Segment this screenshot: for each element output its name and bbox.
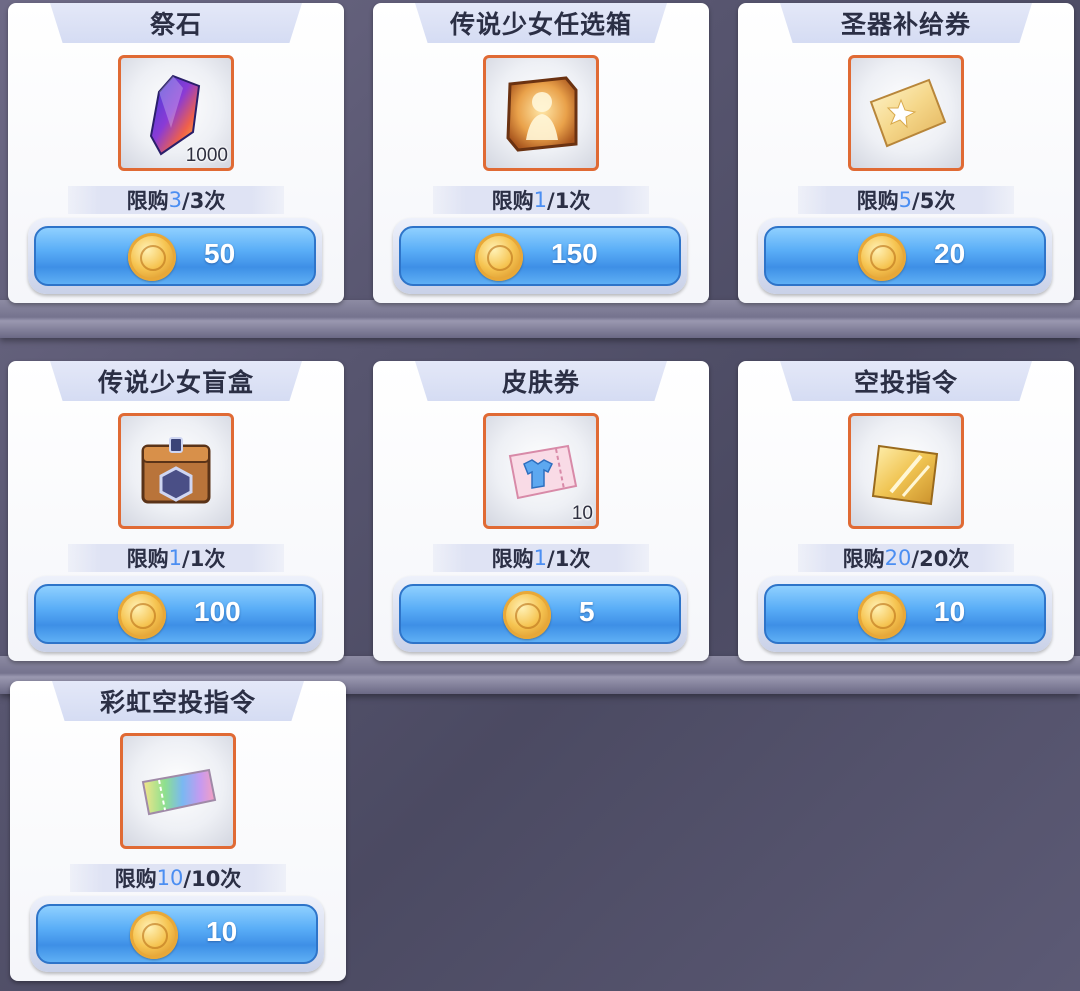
limit-prefix: 限购 xyxy=(842,547,885,571)
limit-prefix: 限购 xyxy=(491,189,534,213)
buy-button[interactable]: 150 xyxy=(393,218,687,294)
item-title-tab: 彩虹空投指令 xyxy=(52,681,304,721)
purchase-limit: 限购 10/10次 xyxy=(70,864,286,892)
purchase-limit: 限购 3/3次 xyxy=(68,186,284,214)
purchase-limit: 限购 5/5次 xyxy=(798,186,1014,214)
buy-button[interactable]: 50 xyxy=(28,218,322,294)
item-name: 传说少女盲盒 xyxy=(97,368,254,397)
shelf-1 xyxy=(0,300,1080,338)
buy-button[interactable]: 100 xyxy=(28,576,322,652)
item-title-tab: 传说少女盲盒 xyxy=(50,361,302,401)
limit-current: 3 xyxy=(168,188,183,212)
gold-coin-icon xyxy=(858,591,906,639)
price-label: 150 xyxy=(551,238,598,269)
item-name: 传说少女任选箱 xyxy=(449,10,632,39)
price-label: 50 xyxy=(204,238,236,269)
gold-coin-icon xyxy=(475,233,523,281)
item-title-tab: 祭石 xyxy=(50,3,302,43)
item-quantity: 1000 xyxy=(185,145,228,166)
gold-coin-icon xyxy=(858,233,906,281)
price-label: 10 xyxy=(206,916,238,947)
limit-current: 1 xyxy=(168,546,183,570)
item-quantity: 10 xyxy=(571,503,593,524)
gold-coin-icon xyxy=(118,591,166,639)
item-title-tab: 皮肤券 xyxy=(415,361,667,401)
golden-silhouette-box-icon xyxy=(483,55,599,171)
buy-button-face[interactable]: 50 xyxy=(34,226,316,286)
buy-button-face[interactable]: 100 xyxy=(34,584,316,644)
purchase-limit: 限购 1/1次 xyxy=(433,544,649,572)
shop-item-card[interactable]: 祭石 1000 限购 3/3次 50 xyxy=(8,3,344,303)
mystery-chest-icon xyxy=(118,413,234,529)
price-label: 20 xyxy=(934,238,966,269)
limit-suffix: /1次 xyxy=(547,189,591,213)
price-label: 5 xyxy=(579,596,595,627)
limit-current: 1 xyxy=(533,546,548,570)
shop-item-card[interactable]: 传说少女盲盒 限购 1/1次 100 xyxy=(8,361,344,661)
item-name: 祭石 xyxy=(149,10,202,39)
buy-button-face[interactable]: 150 xyxy=(399,226,681,286)
gold-coin-icon xyxy=(503,591,551,639)
limit-suffix: /1次 xyxy=(182,547,226,571)
item-name: 彩虹空投指令 xyxy=(99,688,256,717)
limit-prefix: 限购 xyxy=(856,189,899,213)
item-name: 皮肤券 xyxy=(501,368,580,397)
limit-suffix: /1次 xyxy=(547,547,591,571)
skin-ticket-icon: 10 xyxy=(483,413,599,529)
gold-coin-icon xyxy=(128,233,176,281)
shop-item-card[interactable]: 传说少女任选箱 限购 1/1次 150 xyxy=(373,3,709,303)
buy-button[interactable]: 10 xyxy=(30,896,324,972)
limit-suffix: /5次 xyxy=(912,189,956,213)
prism-crystal-icon: 1000 xyxy=(118,55,234,171)
price-label: 10 xyxy=(934,596,966,627)
buy-button-face[interactable]: 10 xyxy=(764,584,1046,644)
shop-item-card[interactable]: 彩虹空投指令 限购 10/10次 10 xyxy=(10,681,346,981)
item-title-tab: 传说少女任选箱 xyxy=(415,3,667,43)
shop-item-card[interactable]: 圣器补给券 限购 5/5次 20 xyxy=(738,3,1074,303)
purchase-limit: 限购 1/1次 xyxy=(433,186,649,214)
shop-item-card[interactable]: 空投指令 限购 20/20次 10 xyxy=(738,361,1074,661)
item-name: 圣器补给券 xyxy=(840,10,971,39)
limit-prefix: 限购 xyxy=(114,867,157,891)
buy-button[interactable]: 10 xyxy=(758,576,1052,652)
buy-button-face[interactable]: 5 xyxy=(399,584,681,644)
limit-suffix: /3次 xyxy=(182,189,226,213)
limit-prefix: 限购 xyxy=(491,547,534,571)
buy-button[interactable]: 20 xyxy=(758,218,1052,294)
limit-prefix: 限购 xyxy=(126,547,169,571)
item-title-tab: 空投指令 xyxy=(780,361,1032,401)
item-name: 空投指令 xyxy=(853,368,958,397)
buy-button[interactable]: 5 xyxy=(393,576,687,652)
gold-coin-icon xyxy=(130,911,178,959)
limit-current: 5 xyxy=(898,188,913,212)
price-label: 100 xyxy=(194,596,241,627)
airdrop-card-icon xyxy=(848,413,964,529)
purchase-limit: 限购 1/1次 xyxy=(68,544,284,572)
purchase-limit: 限购 20/20次 xyxy=(798,544,1014,572)
limit-current: 10 xyxy=(156,866,184,890)
buy-button-face[interactable]: 10 xyxy=(36,904,318,964)
limit-current: 20 xyxy=(884,546,912,570)
limit-suffix: /10次 xyxy=(183,867,242,891)
item-title-tab: 圣器补给券 xyxy=(780,3,1032,43)
rainbow-ticket-icon xyxy=(120,733,236,849)
limit-current: 1 xyxy=(533,188,548,212)
shop-item-card[interactable]: 皮肤券 10 限购 1/1次 5 xyxy=(373,361,709,661)
limit-suffix: /20次 xyxy=(911,547,970,571)
buy-button-face[interactable]: 20 xyxy=(764,226,1046,286)
limit-prefix: 限购 xyxy=(126,189,169,213)
supply-ticket-icon xyxy=(848,55,964,171)
